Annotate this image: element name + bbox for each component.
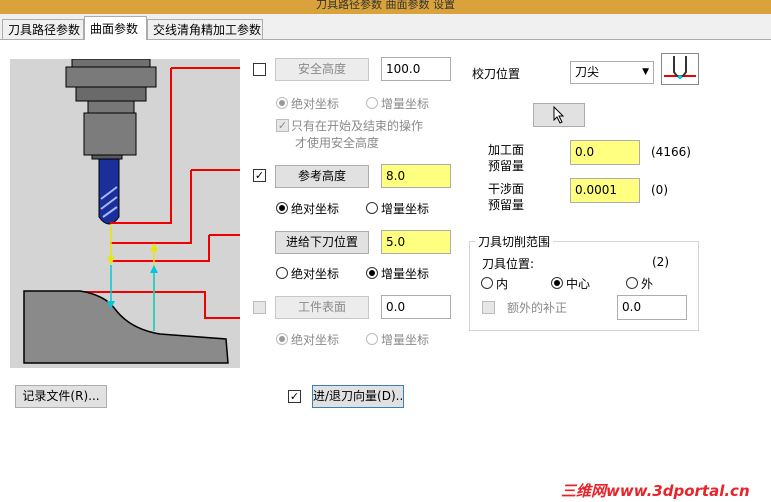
top-of-stock-incremental-label: 增量坐标 (381, 333, 430, 347)
tab-pencil-finish-params[interactable]: 交线清角精加工参数 (147, 19, 263, 39)
retract-incremental-label: 增量坐标 (381, 202, 430, 216)
window-title: 刀具路径参数 曲面参数 设置 (316, 0, 455, 10)
tab-surface-params[interactable]: 曲面参数 (84, 16, 147, 40)
drive-stock-label-line2: 预留量 (488, 159, 525, 173)
watermark-text: 三维网www.3dportal.cn (561, 482, 750, 500)
containment-outside-label: 外 (641, 277, 654, 291)
retract-value-field[interactable]: 8.0 (381, 164, 451, 188)
retract-button[interactable]: 参考高度 (275, 165, 369, 188)
top-of-stock-absolute-label: 绝对坐标 (291, 333, 340, 347)
check-stock-field[interactable]: 0.0001 (570, 178, 640, 203)
mouse-pointer-icon (553, 105, 565, 124)
record-file-button[interactable]: 记录文件(R)... (15, 385, 107, 408)
retract-absolute-radio[interactable] (276, 202, 288, 214)
entry-exit-checkbox[interactable]: ✓ (288, 390, 301, 403)
feed-plane-value-field[interactable]: 5.0 (381, 230, 451, 254)
retract-absolute-label: 绝对坐标 (291, 202, 340, 216)
top-of-stock-absolute-radio[interactable] (276, 333, 288, 345)
entry-exit-vectors-button[interactable]: 进/退刀向量(D).. (312, 385, 404, 408)
tool-height-diagram (10, 58, 240, 368)
containment-inside-label: 内 (496, 277, 509, 291)
tab-toolpath-params[interactable]: 刀具路径参数 (2, 19, 84, 39)
containment-outside-radio[interactable] (626, 277, 638, 289)
clearance-absolute-radio[interactable] (276, 97, 288, 109)
extra-comp-checkbox[interactable] (482, 301, 495, 314)
tip-comp-select[interactable]: 刀尖 ▼ (570, 61, 654, 84)
check-stock-label-line1: 干涉面 (488, 182, 525, 196)
drive-stock-field[interactable]: 0.0 (570, 140, 640, 165)
tool-position-label: 刀具位置: (482, 257, 535, 271)
retract-incremental-radio[interactable] (366, 202, 378, 214)
title-bar: 刀具路径参数 曲面参数 设置 (0, 0, 771, 14)
top-of-stock-button[interactable]: 工件表面 (275, 296, 369, 319)
tool-position-count: (2) (652, 255, 669, 269)
drive-surface-count: (4166) (651, 145, 691, 159)
only-start-end-label-line2: 才使用安全高度 (295, 136, 380, 150)
only-start-end-checkbox[interactable]: ✓ (276, 119, 289, 132)
clearance-incremental-radio[interactable] (366, 97, 378, 109)
top-of-stock-value-field[interactable]: 0.0 (381, 295, 451, 319)
feed-plane-absolute-radio[interactable] (276, 267, 288, 279)
tool-containment-title: 刀具切削范围 (475, 233, 554, 250)
top-of-stock-incremental-radio[interactable] (366, 333, 378, 345)
check-surface-count: (0) (651, 183, 668, 197)
tip-comp-preview-icon (661, 53, 699, 85)
feed-plane-button[interactable]: 进给下刀位置 (275, 231, 369, 254)
cursor-select-button[interactable] (533, 103, 585, 127)
feed-plane-incremental-radio[interactable] (366, 267, 378, 279)
feed-plane-absolute-label: 绝对坐标 (291, 267, 340, 281)
clearance-value-field[interactable]: 100.0 (381, 57, 451, 81)
check-stock-label-line2: 预留量 (488, 198, 525, 212)
retract-checkbox[interactable]: ✓ (253, 169, 266, 182)
feed-plane-incremental-label: 增量坐标 (381, 267, 430, 281)
only-start-end-label-line1: 只有在开始及结束的操作 (291, 119, 424, 133)
containment-center-label: 中心 (566, 277, 591, 291)
containment-center-radio[interactable] (551, 277, 563, 289)
containment-inside-radio[interactable] (481, 277, 493, 289)
clearance-incremental-label: 增量坐标 (381, 97, 430, 111)
top-of-stock-checkbox[interactable] (253, 301, 266, 314)
extra-comp-label: 额外的补正 (507, 301, 568, 315)
clearance-absolute-label: 绝对坐标 (291, 97, 340, 111)
drive-stock-label-line1: 加工面 (488, 143, 525, 157)
clearance-button[interactable]: 安全高度 (275, 58, 369, 81)
tip-comp-label: 校刀位置 (472, 67, 521, 81)
extra-comp-field[interactable]: 0.0 (617, 295, 687, 320)
chevron-down-icon: ▼ (642, 67, 649, 77)
clearance-checkbox[interactable] (253, 63, 266, 76)
